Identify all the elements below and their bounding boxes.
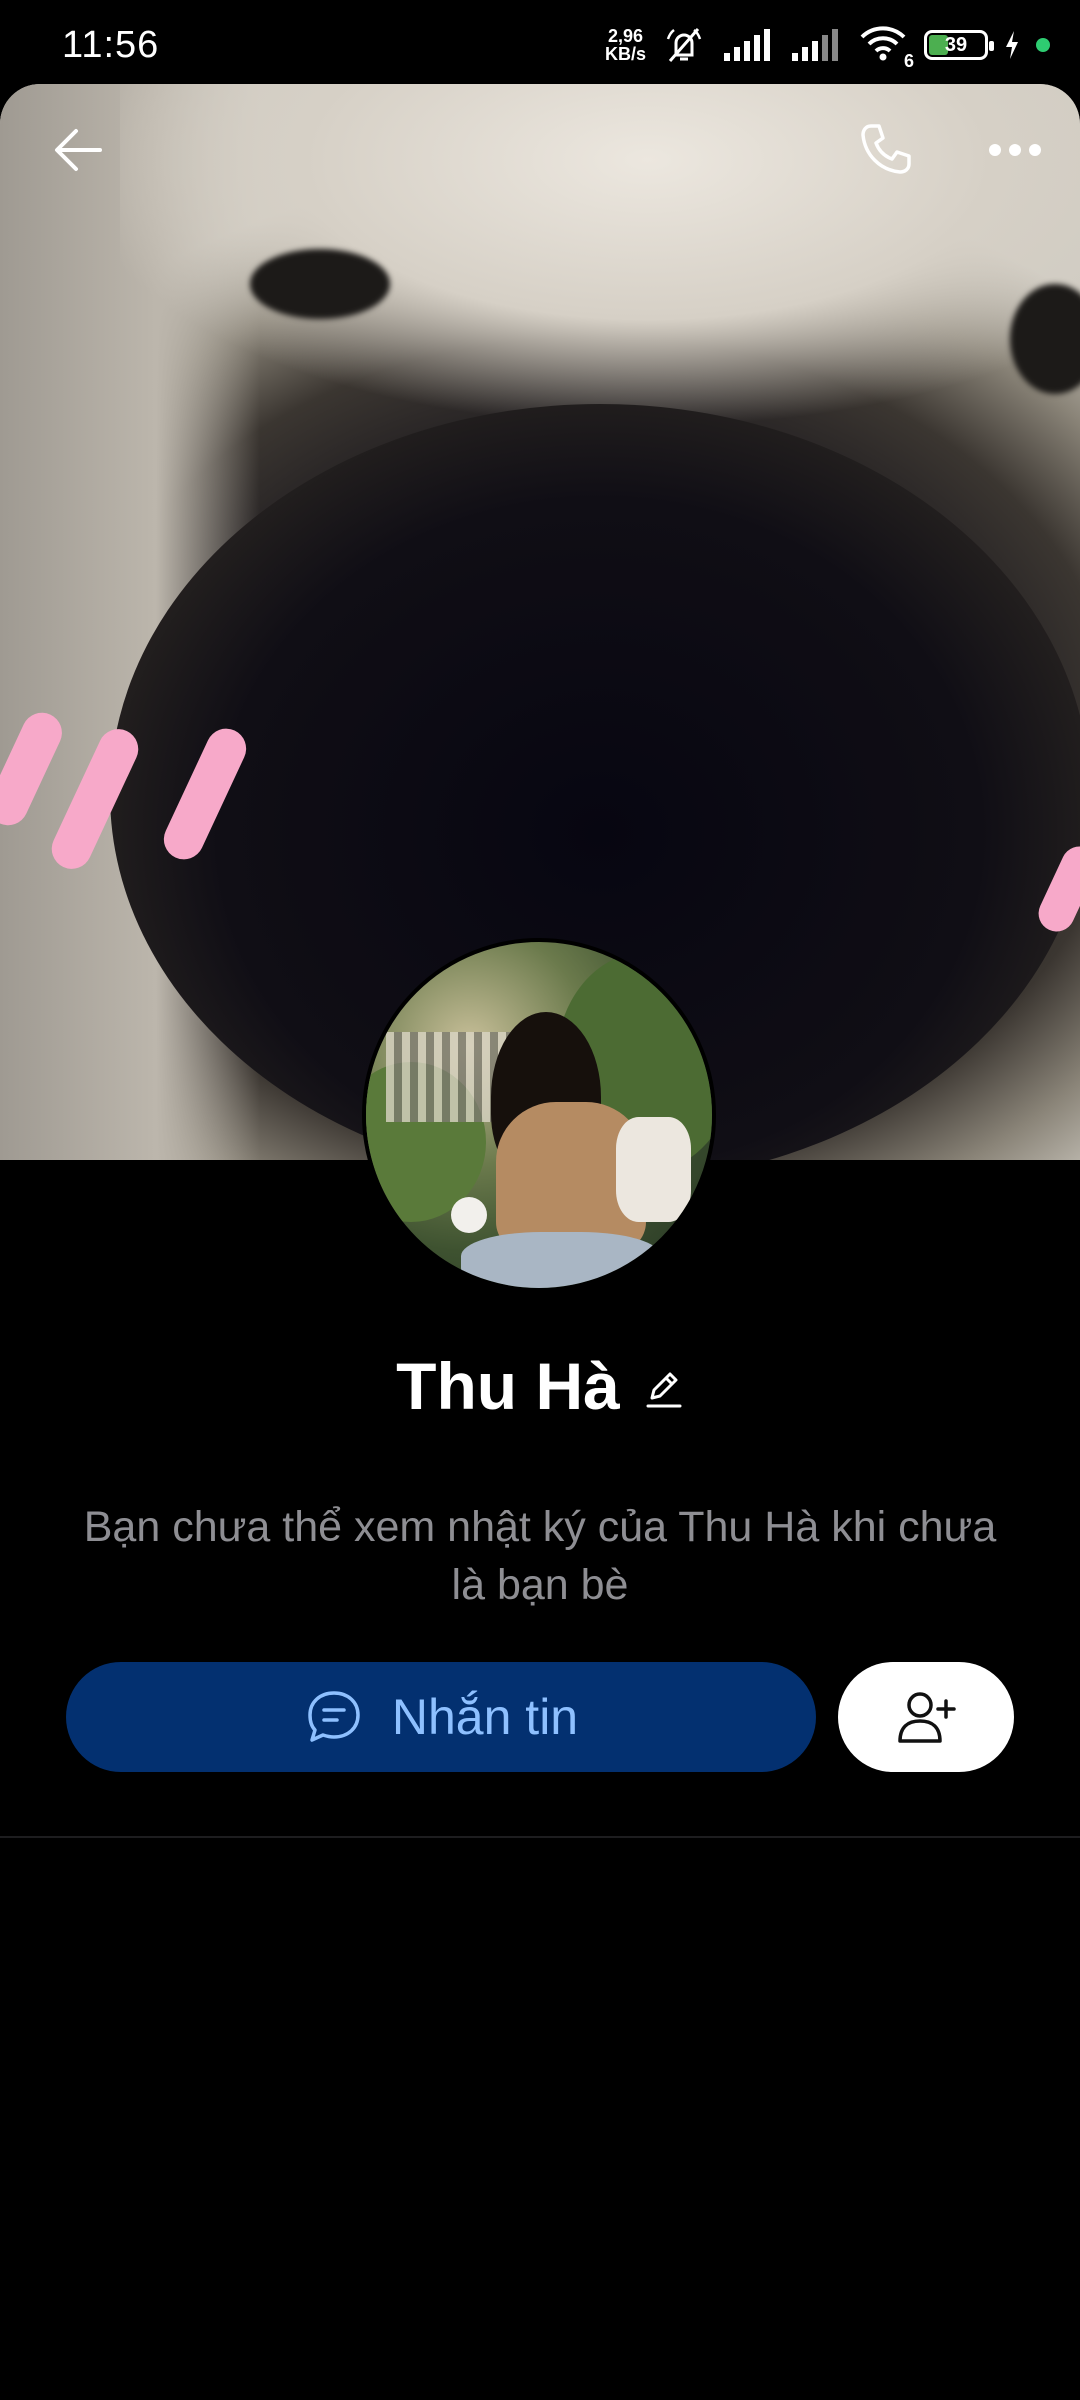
message-button-label: Nhắn tin <box>391 1689 579 1745</box>
wifi-icon <box>860 25 906 60</box>
network-speed-value: 2,96 <box>607 26 644 46</box>
wifi-indicator: 6 <box>858 23 914 71</box>
add-user-icon <box>898 1692 956 1743</box>
network-speed-unit: KB/s <box>604 44 646 64</box>
more-horizontal-icon <box>989 144 1041 156</box>
battery-level: 39 <box>944 33 968 56</box>
network-speed: 2,96 KB/s <box>605 27 646 63</box>
charging-icon <box>1006 31 1018 59</box>
signal-icon <box>724 29 770 61</box>
back-button[interactable] <box>38 110 118 190</box>
call-button[interactable] <box>845 110 925 190</box>
phone-icon <box>861 124 911 174</box>
dog-eye-left <box>250 249 390 319</box>
wifi-label: 6 <box>903 50 914 71</box>
status-time: 11:56 <box>62 23 160 66</box>
pencil-icon[interactable] <box>642 1368 684 1410</box>
more-options-button[interactable] <box>975 110 1055 190</box>
avatar[interactable] <box>362 938 716 1292</box>
avatar-cup <box>451 1197 487 1233</box>
profile-name: Thu Hà <box>396 1349 620 1423</box>
section-divider <box>0 1836 1080 1838</box>
mute-bell-icon <box>666 28 702 62</box>
status-bar: 11:56 2,96 KB/s 6 39 <box>0 0 1080 90</box>
message-button[interactable]: Nhắn tin <box>66 1662 816 1772</box>
profile-screen: 11:56 2,96 KB/s 6 39 Thu Hà Bạn chưa thể… <box>0 0 1080 2400</box>
avatar-bag <box>616 1117 691 1222</box>
chat-bubble-icon <box>308 1691 360 1742</box>
arrow-left-icon <box>55 129 102 171</box>
signal-icon-2 <box>792 29 838 61</box>
add-friend-button[interactable] <box>838 1662 1014 1772</box>
avatar-person-legs <box>461 1232 661 1288</box>
friendship-notice: Bạn chưa thể xem nhật ký của Thu Hà khi … <box>83 1503 997 1609</box>
battery-indicator: 39 <box>924 30 994 60</box>
privacy-indicator-dot <box>1036 38 1050 52</box>
status-icons: 2,96 KB/s 6 39 <box>605 23 1050 71</box>
profile-name-row: Thu Hà <box>0 1348 1080 1424</box>
